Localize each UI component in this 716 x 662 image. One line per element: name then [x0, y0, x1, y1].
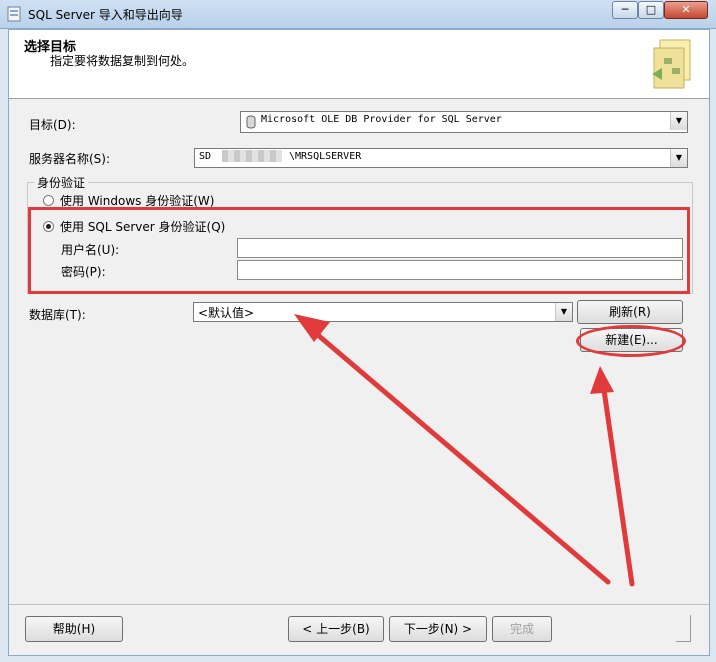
arrowhead-icon	[590, 366, 614, 394]
annotation-arrow-new-button	[601, 387, 635, 587]
annotation-arrow-database	[309, 327, 611, 585]
annotation-arrows	[294, 314, 635, 587]
